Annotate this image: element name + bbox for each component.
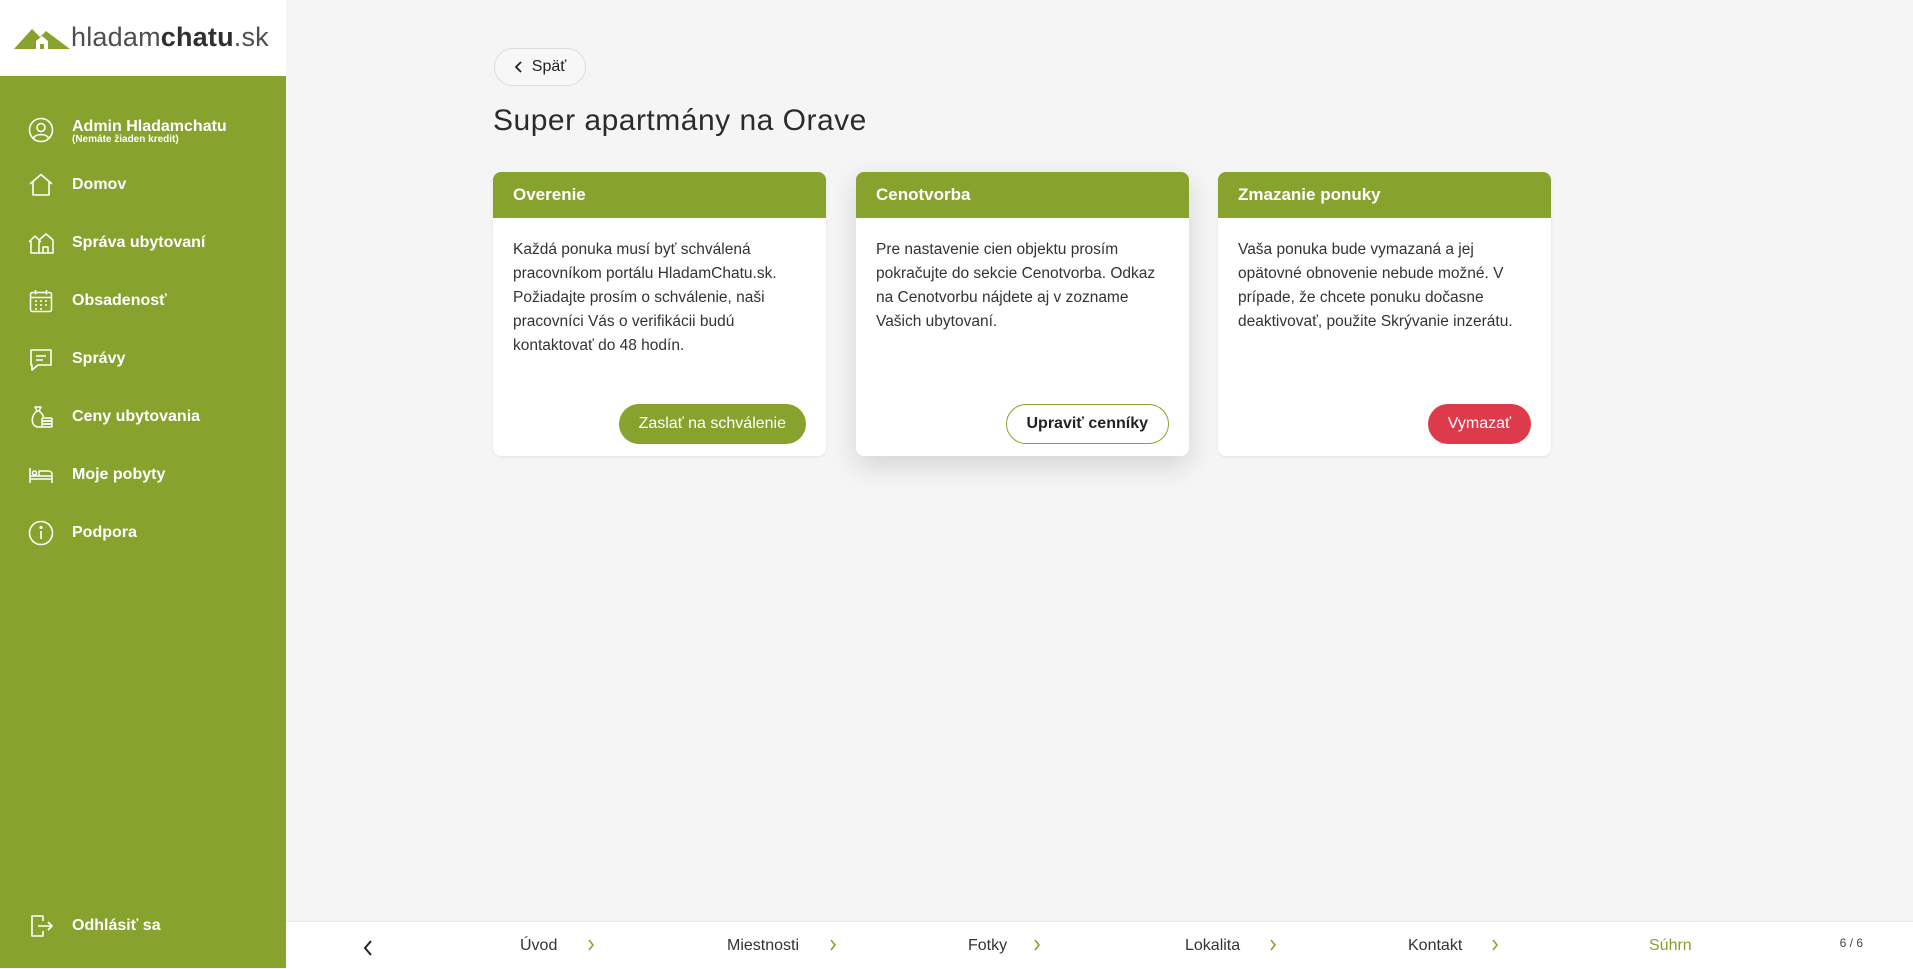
card-text: Každá ponuka musí byť schválená pracovní… <box>513 241 777 354</box>
logout-icon <box>28 913 54 939</box>
logo[interactable]: hladamchatu.sk <box>0 0 286 76</box>
step-rooms[interactable]: Miestnosti <box>727 937 799 955</box>
money-bag-icon <box>28 404 54 430</box>
logo-part2: chatu <box>160 22 234 52</box>
sidebar-item-label: Obsadenosť <box>72 292 167 309</box>
delete-offer-card: Zmazanie ponuky Vaša ponuka bude vymazan… <box>1218 172 1551 456</box>
chevron-left-icon[interactable] <box>362 939 374 957</box>
sidebar-item-label: Podpora <box>72 524 137 541</box>
card-text: Pre nastavenie cien objektu prosím pokra… <box>876 241 1156 330</box>
calendar-icon <box>28 288 54 314</box>
card-title: Zmazanie ponuky <box>1218 172 1551 218</box>
sidebar-item-label: Moje pobyty <box>72 466 166 483</box>
chevron-right-icon <box>1492 939 1499 951</box>
chevron-right-icon <box>830 939 837 951</box>
sidebar-item-prices[interactable]: Ceny ubytovania <box>0 395 286 439</box>
sidebar-item-label: Správy <box>72 350 126 367</box>
bed-icon <box>28 462 54 488</box>
logo-part1: hladam <box>71 22 161 52</box>
home-icon <box>28 172 54 198</box>
sidebar-item-occupancy[interactable]: Obsadenosť <box>0 279 286 323</box>
user-credit: (Nemáte žiaden kredit) <box>72 134 179 145</box>
sidebar-item-label: Správa ubytovaní <box>72 234 206 251</box>
verification-card: Overenie Každá ponuka musí byť schválená… <box>493 172 826 456</box>
back-label: Späť <box>531 58 567 75</box>
logo-part3: .sk <box>233 22 269 52</box>
wizard-steps-bar: Úvod Miestnosti Fotky Lokalita Kontakt S… <box>286 921 1913 969</box>
chevron-left-icon <box>514 61 522 73</box>
step-contact[interactable]: Kontakt <box>1408 937 1462 955</box>
chevron-right-icon <box>1270 939 1277 951</box>
send-for-approval-button[interactable]: Zaslať na schválenie <box>618 404 806 444</box>
sidebar-item-home[interactable]: Domov <box>0 163 286 207</box>
info-icon <box>28 520 54 546</box>
page-title: Super apartmány na Orave <box>493 104 867 137</box>
card-title: Cenotvorba <box>856 172 1189 218</box>
sidebar-item-support[interactable]: Podpora <box>0 511 286 555</box>
card-text: Vaša ponuka bude vymazaná a jej opätovné… <box>1238 241 1513 330</box>
pricing-card: Cenotvorba Pre nastavenie cien objektu p… <box>856 172 1189 456</box>
step-summary[interactable]: Súhrn <box>1649 937 1692 955</box>
edit-pricelists-button[interactable]: Upraviť cenníky <box>1005 404 1169 444</box>
step-intro[interactable]: Úvod <box>520 937 557 955</box>
step-location[interactable]: Lokalita <box>1185 937 1240 955</box>
sidebar: hladamchatu.sk Admin Hladamchatu (Nemáte… <box>0 0 286 968</box>
message-icon <box>28 346 54 372</box>
sidebar-item-accommodation[interactable]: Správa ubytovaní <box>0 221 286 265</box>
step-photos[interactable]: Fotky <box>968 937 1007 955</box>
step-counter: 6 / 6 <box>1839 936 1863 950</box>
delete-button[interactable]: Vymazať <box>1427 404 1531 444</box>
user-icon <box>28 117 54 143</box>
chevron-right-icon <box>588 939 595 951</box>
card-title: Overenie <box>493 172 826 218</box>
chevron-right-icon <box>1034 939 1041 951</box>
sidebar-item-messages[interactable]: Správy <box>0 337 286 381</box>
sidebar-item-stays[interactable]: Moje pobyty <box>0 453 286 497</box>
logo-text: hladamchatu.sk <box>71 22 269 53</box>
back-button[interactable]: Späť <box>494 48 586 86</box>
sidebar-item-logout[interactable]: Odhlásiť sa <box>0 904 286 948</box>
sidebar-item-label: Odhlásiť sa <box>72 917 161 934</box>
sidebar-item-label: Domov <box>72 176 127 193</box>
buildings-icon <box>28 230 54 256</box>
mountain-logo-icon <box>14 29 70 49</box>
sidebar-item-label: Ceny ubytovania <box>72 408 201 425</box>
